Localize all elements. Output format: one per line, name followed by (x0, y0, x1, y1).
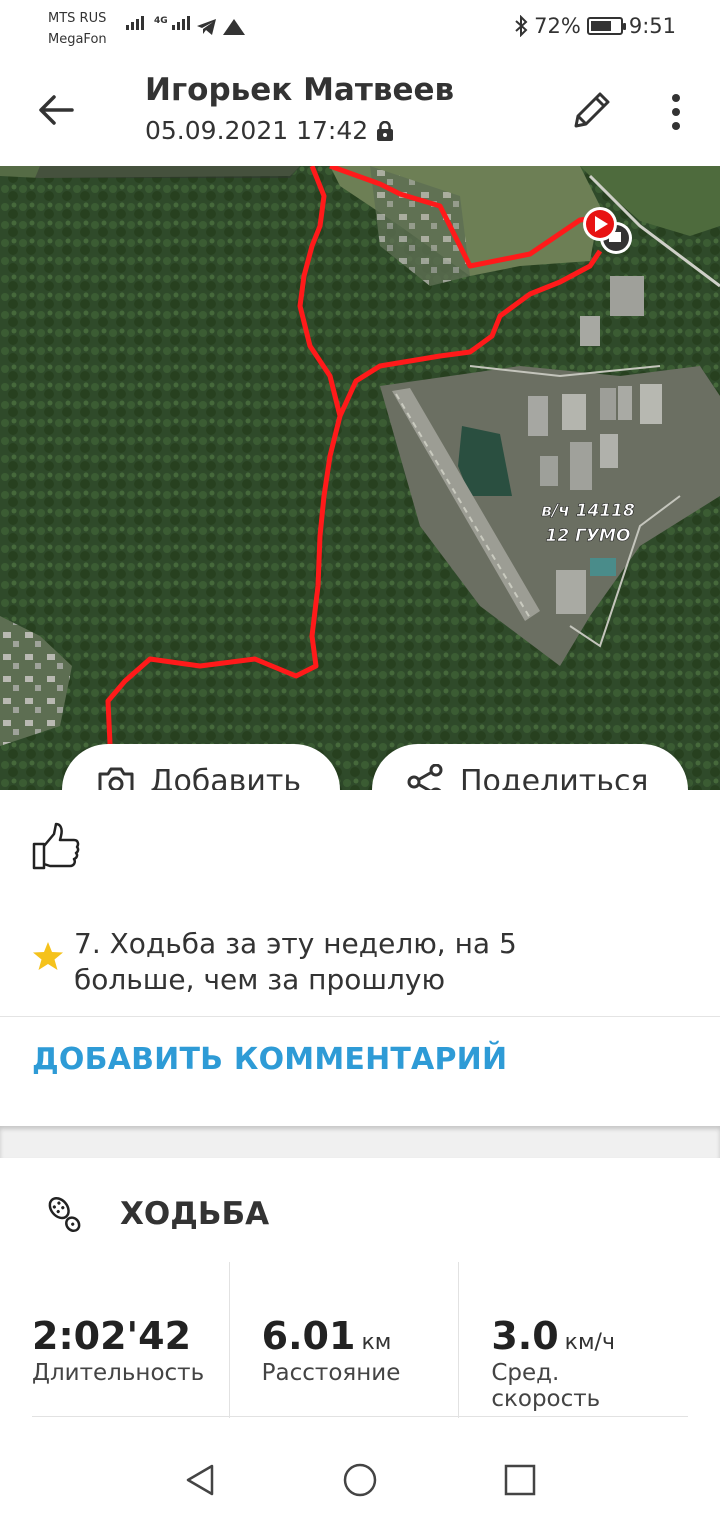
arrow-left-icon[interactable] (36, 90, 76, 130)
clock: 9:51 (628, 14, 676, 38)
social-card: 7. Ходьба за эту неделю, на 5 больше, че… (0, 790, 720, 1126)
nav-recents-icon[interactable] (502, 1462, 538, 1498)
satellite-map[interactable]: в/ч 14118 12 ГУМО (0, 166, 720, 790)
stat-unit: км (361, 1330, 392, 1355)
nav-home-icon[interactable] (342, 1462, 378, 1498)
stat-label: Расстояние (261, 1360, 401, 1386)
stat-value: 6.01 (261, 1314, 356, 1358)
add-photo-label: Добавить (150, 764, 302, 790)
share-label: Поделиться (460, 764, 649, 790)
thumbs-up-icon[interactable] (30, 820, 82, 872)
add-comment-button[interactable]: ДОБАВИТЬ КОММЕНТАРИЙ (32, 1042, 507, 1077)
section-gap (0, 1126, 720, 1158)
stat-unit: км/ч (564, 1330, 615, 1355)
carrier-name-1: MTS RUS (48, 11, 107, 26)
more-vertical-icon[interactable] (660, 90, 692, 134)
route-map[interactable]: в/ч 14118 12 ГУМО Добавить Поделиться (0, 166, 720, 790)
camera-icon (98, 767, 134, 790)
stat-duration: 2:02'42 Длительность (32, 1262, 229, 1418)
stat-value: 2:02'42 (32, 1314, 192, 1358)
bluetooth-icon (515, 15, 528, 37)
star-icon (33, 942, 63, 970)
achievement-text: 7. Ходьба за эту неделю, на 5 больше, че… (74, 927, 517, 996)
achievement: 7. Ходьба за эту неделю, на 5 больше, че… (32, 926, 594, 998)
datetime-text: 05.09.2021 17:42 (145, 116, 369, 145)
pencil-icon[interactable] (570, 88, 614, 132)
stat-distance: 6.01 км Расстояние (228, 1262, 459, 1418)
app-header: Игорьек Матвеев 05.09.2021 17:42 (0, 60, 720, 166)
stat-speed: 3.0 км/ч Сред. скорость (458, 1262, 688, 1418)
map-label-line1: в/ч 14118 (541, 501, 635, 521)
signal-icon (126, 16, 144, 30)
battery-icon (586, 17, 626, 35)
signal-4g-icon: 4G (154, 16, 190, 30)
status-bar: MTS RUS MegaFon 4G 72% 9:51 (0, 0, 720, 60)
activity-datetime: 05.09.2021 17:42 (145, 116, 394, 145)
carrier-info: MTS RUS MegaFon (48, 8, 107, 50)
stat-value: 3.0 (491, 1314, 559, 1358)
shoe-sole-icon (48, 1196, 81, 1233)
status-right: 72% 9:51 (514, 14, 676, 38)
stat-label: Длительность (32, 1360, 205, 1386)
share-button[interactable]: Поделиться (372, 744, 688, 790)
system-nav-bar (0, 1440, 720, 1520)
carrier-name-2: MegaFon (48, 32, 107, 47)
telegram-icon (197, 19, 216, 35)
start-marker-icon[interactable] (583, 207, 617, 241)
map-label-line2: 12 ГУМО (546, 526, 631, 546)
battery-percent: 72% (534, 14, 581, 38)
lock-icon (377, 120, 394, 141)
nav-back-icon[interactable] (182, 1462, 218, 1498)
share-icon (407, 764, 443, 790)
divider (0, 1016, 720, 1017)
divider (32, 1416, 688, 1417)
activity-card: ХОДЬБА 2:02'42 Длительность 6.01 км Расст… (0, 1158, 720, 1440)
upload-triangle-icon (223, 19, 245, 35)
stats-row: 2:02'42 Длительность 6.01 км Расстояние 3… (32, 1262, 688, 1418)
network-type: 4G (154, 16, 168, 26)
add-photo-button[interactable]: Добавить (62, 744, 340, 790)
stat-label: Сред. скорость (491, 1360, 601, 1412)
activity-type: ХОДЬБА (120, 1196, 270, 1232)
page-title: Игорьек Матвеев (145, 72, 455, 108)
